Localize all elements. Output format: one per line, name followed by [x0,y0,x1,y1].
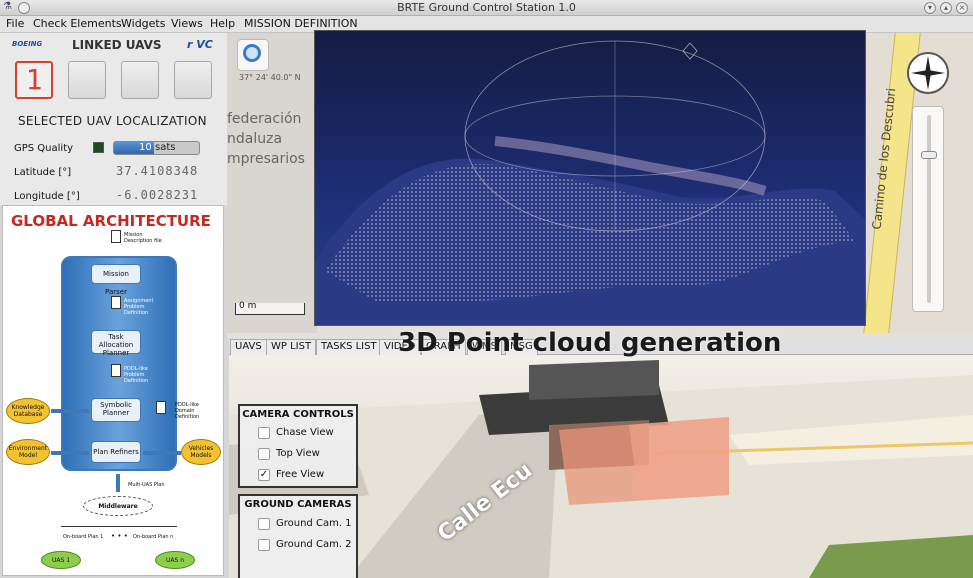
compass-icon[interactable] [907,52,949,94]
chase-view-checkbox[interactable] [258,427,270,439]
multi-uas-plan-label: Multi-UAS Plan [128,482,165,488]
knowledge-database: Knowledge Database [6,398,50,424]
longitude-value: -6.0028231 [116,188,199,202]
menu-views[interactable]: Views [171,17,203,30]
uav-slot-2[interactable] [68,61,106,99]
tab-uavs[interactable]: UAVS [230,339,267,355]
mission-file-icon [111,230,121,243]
menu-help[interactable]: Help [210,17,235,30]
magnifier-icon [243,44,261,62]
plan-refiners-box: Plan Refiners [91,441,141,463]
arrow-environment [51,451,89,455]
pddl-problem-label: PDDL-like Problem Definition [124,366,149,384]
uas-1-node: UAS 1 [41,551,81,569]
map-text-1: federación [227,111,302,127]
assignment-file-icon [111,296,121,309]
uas-n-node: UAS n [155,551,195,569]
gps-status-indicator [93,142,104,153]
arrow-vehicles [143,451,181,455]
map-scale-label: 0 m [239,301,257,311]
map-text-2: ndaluza [227,131,283,147]
camera-controls-title: CAMERA CONTROLS [242,409,354,420]
latitude-value: 37.4108348 [116,164,199,178]
title-bar: ⚗ BRTE Ground Control Station 1.0 ▾ ▴ × [0,0,973,16]
map-text-3: mpresarios [227,151,305,167]
free-view-checkbox[interactable]: ✓ [258,469,270,481]
onboard-plan-n-label: On-board Plan n [133,534,174,540]
zoom-button[interactable] [237,39,269,71]
gps-sats-bar: 10 sats [113,141,200,155]
dots-label: • • • [111,532,128,540]
mission-parser-box: Mission Parser [91,264,141,296]
environment-model: Environment Model [6,439,50,465]
zoom-slider-track [927,115,931,303]
catec-logo: r VC [187,38,213,51]
localization-title: SELECTED UAV LOCALIZATION [18,114,207,128]
uav-slot-3[interactable] [121,61,159,99]
window-title: BRTE Ground Control Station 1.0 [397,1,576,14]
zoom-slider[interactable] [912,106,944,312]
top-view-checkbox[interactable] [258,448,270,460]
uav-slot-4[interactable] [174,61,212,99]
ground-cameras-title: GROUND CAMERAS [244,499,352,510]
tab-wp-list[interactable]: WP LIST [266,339,317,355]
ground-cam-2-label: Ground Cam. 2 [276,539,352,550]
gps-quality-label: GPS Quality [14,143,74,154]
point-cloud-view[interactable] [314,30,866,326]
menu-check-elements[interactable]: Check Elements [33,17,122,30]
top-view-label: Top View [276,448,320,459]
tab-tasks-list[interactable]: TASKS LIST [316,339,382,355]
chase-view-label: Chase View [276,427,334,438]
onboard-plan-1-label: On-board Plan 1 [63,534,104,540]
pddl-domain-icon [156,401,166,414]
menu-mission-definition[interactable]: MISSION DEFINITION [244,17,358,30]
symbolic-planner-box: Symbolic Planner [91,398,141,422]
middleware-cloud: Middleware [83,496,153,516]
pddl-problem-icon [111,364,121,377]
gps-sats-unit: sats [155,142,176,153]
architecture-title: GLOBAL ARCHITECTURE [11,212,211,230]
architecture-diagram: GLOBAL ARCHITECTURE Mission Description … [2,205,224,576]
arrow-knowledge [51,409,89,413]
gps-sats-value: 10 [139,142,152,153]
uav-panel: BOEING LINKED UAVS r VC 1 SELECTED UAV L… [0,33,227,205]
arrow-down-plan [116,474,120,492]
zoom-slider-handle[interactable] [921,151,937,159]
menu-file[interactable]: File [6,17,24,30]
pddl-domain-label: PDDL-like Domain Definition [175,402,200,420]
mission-file-label: Mission Description file [124,232,162,244]
ground-cameras-panel: GROUND CAMERAS Ground Cam. 1 Ground Cam.… [238,494,358,578]
map-scale-bar: 0 m [235,301,305,315]
vehicles-models: Vehicles Models [181,439,221,465]
overlay-title: 3D Point cloud generation [398,328,782,358]
uav-slot-number: 1 [25,63,43,96]
longitude-label: Longitude [°] [14,191,80,202]
ground-cam-1-label: Ground Cam. 1 [276,518,352,529]
boeing-logo: BOEING [12,40,43,48]
menu-widgets[interactable]: Widgets [121,17,165,30]
latitude-label: Latitude [°] [14,167,72,178]
assignment-label: Assignment Problem Definition [124,298,154,316]
camera-controls-panel: CAMERA CONTROLS Chase View Top View ✓ Fr… [238,404,358,488]
linked-uavs-title: LINKED UAVS [72,38,162,52]
close-icon[interactable]: × [956,2,968,14]
ground-cam-2-checkbox[interactable] [258,539,270,551]
uav-slot-1[interactable]: 1 [15,61,53,99]
task-allocation-box: Task Allocation Planner [91,330,141,357]
minimize-icon[interactable]: ▾ [924,2,936,14]
uas-line [61,526,177,527]
ground-cam-1-checkbox[interactable] [258,518,270,530]
maximize-icon[interactable]: ▴ [940,2,952,14]
free-view-label: Free View [276,469,325,480]
map-coordinate: 37° 24' 40.0" N [239,73,301,82]
